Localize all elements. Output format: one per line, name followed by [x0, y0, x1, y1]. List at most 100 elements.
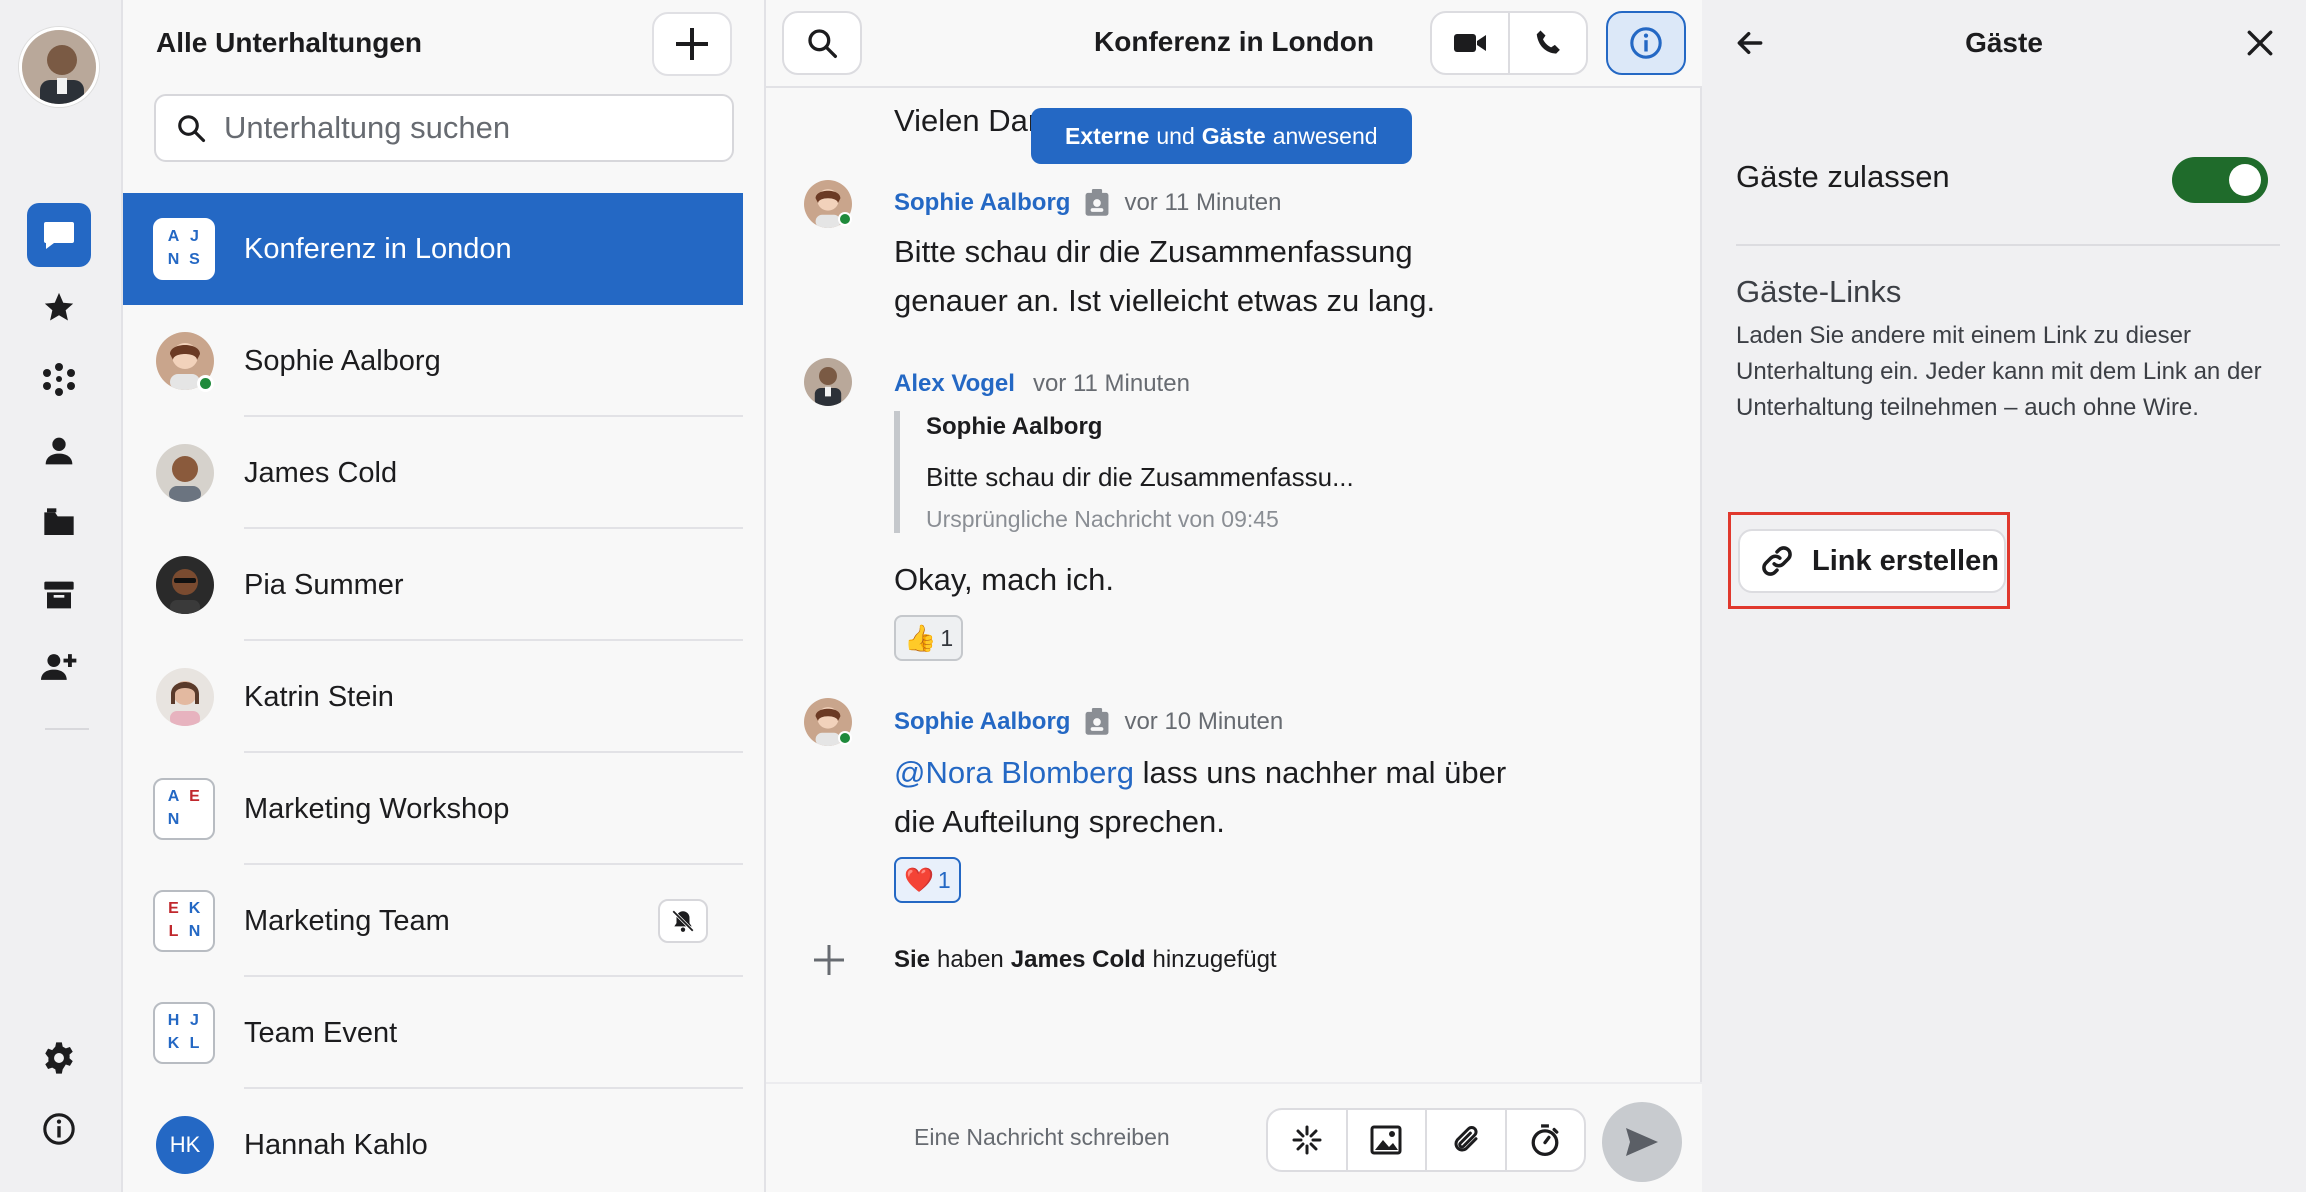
- guest-badge-icon: [1085, 189, 1109, 216]
- send-button[interactable]: [1602, 1102, 1682, 1182]
- reaction-thumbs-up[interactable]: 👍 1: [894, 615, 964, 661]
- banner-and: und: [1156, 122, 1195, 149]
- gear-icon[interactable]: [27, 1026, 91, 1090]
- archive-icon[interactable]: [27, 563, 91, 627]
- allow-guests-toggle[interactable]: [2172, 157, 2268, 203]
- system-verb: haben: [937, 946, 1004, 973]
- banner-present: anwesend: [1272, 122, 1378, 149]
- person-icon[interactable]: [27, 419, 91, 483]
- conversation-item-hannah[interactable]: HK Hannah Kahlo: [123, 1089, 743, 1192]
- image-icon: [1370, 1125, 1402, 1155]
- composer-tools: [1266, 1108, 1586, 1172]
- guest-links-title: Gäste-Links: [1736, 274, 1902, 309]
- create-link-label: Link erstellen: [1812, 544, 1999, 577]
- reaction-count: 1: [940, 624, 954, 651]
- chat-panel: Konferenz in London Vielen Dank! Externe…: [766, 0, 1702, 1192]
- conversation-name: Katrin Stein: [244, 680, 394, 713]
- conversation-item-marketing-team[interactable]: E K L N Marketing Team: [123, 865, 743, 977]
- message-line: genauer an. Ist vielleicht etwas zu lang…: [894, 283, 1436, 318]
- info-icon[interactable]: [27, 1097, 91, 1161]
- message-text: Bitte schau dir die Zusammenfassung gena…: [894, 227, 1435, 325]
- message-author[interactable]: Sophie Aalborg: [894, 189, 1070, 217]
- online-status-icon: [838, 731, 852, 745]
- phone-icon: [1536, 30, 1560, 54]
- guest-badge-icon: [1085, 708, 1109, 735]
- conversation-name: Konferenz in London: [244, 232, 512, 265]
- dots-circle-icon[interactable]: [27, 347, 91, 411]
- conversation-name: Marketing Team: [244, 904, 450, 937]
- panel-title: Gäste: [1965, 27, 2043, 58]
- message-input[interactable]: [914, 1124, 1244, 1151]
- info-button[interactable]: [1606, 11, 1686, 75]
- close-icon[interactable]: [2244, 27, 2276, 59]
- add-person-icon[interactable]: [27, 635, 91, 699]
- rail-divider: [45, 728, 89, 730]
- link-icon: [1762, 546, 1792, 576]
- divider: [1736, 244, 2280, 246]
- chat-header: Konferenz in London: [766, 0, 1702, 88]
- message-header: Sophie Aalborg vor 11 Minuten: [894, 189, 1281, 217]
- quote-author: Sophie Aalborg: [926, 413, 1103, 440]
- group-avatar: A J N S: [153, 218, 215, 280]
- quote-text[interactable]: Bitte schau dir die Zusammenfassu...: [926, 462, 1354, 493]
- conversation-name: Hannah Kahlo: [244, 1128, 428, 1161]
- plus-icon: [676, 28, 708, 60]
- timer-button[interactable]: [1507, 1110, 1585, 1170]
- plus-icon: [814, 945, 844, 975]
- message-author[interactable]: Alex Vogel: [894, 370, 1015, 398]
- banner-guests: Gäste: [1201, 122, 1266, 149]
- conversation-search[interactable]: [154, 94, 734, 162]
- avatar[interactable]: [804, 358, 852, 406]
- heart-icon: ❤️: [904, 866, 934, 894]
- system-action: hinzugefügt: [1152, 946, 1277, 973]
- search-input[interactable]: [224, 110, 684, 146]
- star-icon[interactable]: [27, 275, 91, 339]
- ping-button[interactable]: [1268, 1110, 1348, 1170]
- attachment-button[interactable]: [1427, 1110, 1507, 1170]
- thumbs-up-icon: 👍: [904, 622, 937, 653]
- message-author[interactable]: Sophie Aalborg: [894, 708, 1070, 736]
- avatar: HK: [156, 1116, 214, 1174]
- avatar: [156, 668, 214, 726]
- image-upload-button[interactable]: [1348, 1110, 1427, 1170]
- allow-guests-label: Gäste zulassen: [1736, 159, 1950, 194]
- system-target: James Cold: [1010, 946, 1146, 973]
- conversation-item-konferenz[interactable]: A J N S Konferenz in London: [123, 193, 743, 305]
- reaction-heart[interactable]: ❤️ 1: [894, 857, 961, 903]
- message-header: Sophie Aalborg vor 10 Minuten: [894, 708, 1283, 736]
- chat-icon[interactable]: [27, 203, 91, 267]
- mention-link[interactable]: @Nora Blomberg: [894, 755, 1134, 790]
- message-input-bar: [766, 1082, 1702, 1192]
- message-time: vor 11 Minuten: [1124, 189, 1282, 216]
- conversation-name: James Cold: [244, 456, 398, 489]
- conversation-item-team-event[interactable]: H J K L Team Event: [123, 977, 743, 1089]
- avatar: [156, 556, 214, 614]
- search-icon: [178, 115, 206, 143]
- system-message: Sie haben James Cold hinzugefügt: [894, 946, 1277, 974]
- avatar: [156, 444, 214, 502]
- create-link-button[interactable]: Link erstellen: [1738, 529, 2006, 593]
- message-line: die Aufteilung sprechen.: [894, 804, 1225, 839]
- audio-call-button[interactable]: [1508, 11, 1588, 75]
- conversation-name: Team Event: [244, 1016, 398, 1049]
- paperclip-icon: [1454, 1125, 1478, 1152]
- user-avatar[interactable]: [19, 27, 99, 107]
- new-conversation-button[interactable]: [652, 12, 732, 76]
- conversation-item-katrin[interactable]: Katrin Stein: [123, 641, 743, 753]
- conversation-name: Sophie Aalborg: [244, 344, 441, 377]
- muted-bell-icon[interactable]: [658, 899, 708, 943]
- video-call-button[interactable]: [1430, 11, 1510, 75]
- online-status-icon: [197, 375, 214, 392]
- send-icon: [1626, 1128, 1658, 1156]
- message-time: vor 10 Minuten: [1124, 708, 1284, 735]
- conversation-item-pia[interactable]: Pia Summer: [123, 529, 743, 641]
- conversation-item-james[interactable]: James Cold: [123, 417, 743, 529]
- conversation-item-sophie[interactable]: Sophie Aalborg: [123, 305, 743, 417]
- message-line: Bitte schau dir die Zusammenfassung: [894, 234, 1413, 269]
- conversation-item-marketing-workshop[interactable]: A E N Marketing Workshop: [123, 753, 743, 865]
- folder-icon[interactable]: [27, 491, 91, 555]
- group-avatar: E K L N: [153, 890, 215, 952]
- system-actor: Sie: [894, 946, 931, 973]
- group-avatar: A E N: [153, 778, 215, 840]
- quote-bar: [894, 411, 900, 533]
